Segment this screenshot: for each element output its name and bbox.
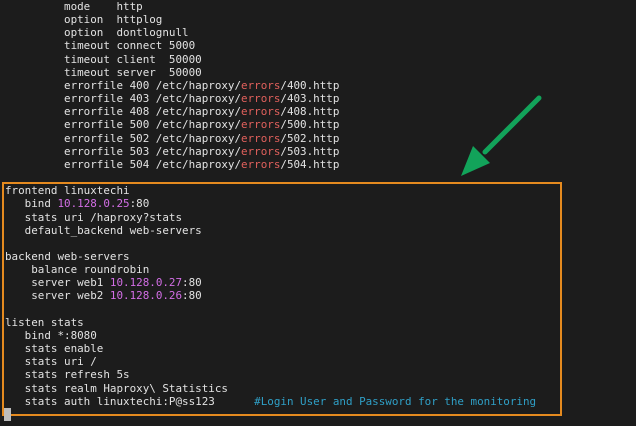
green-arrow-icon <box>461 95 542 176</box>
